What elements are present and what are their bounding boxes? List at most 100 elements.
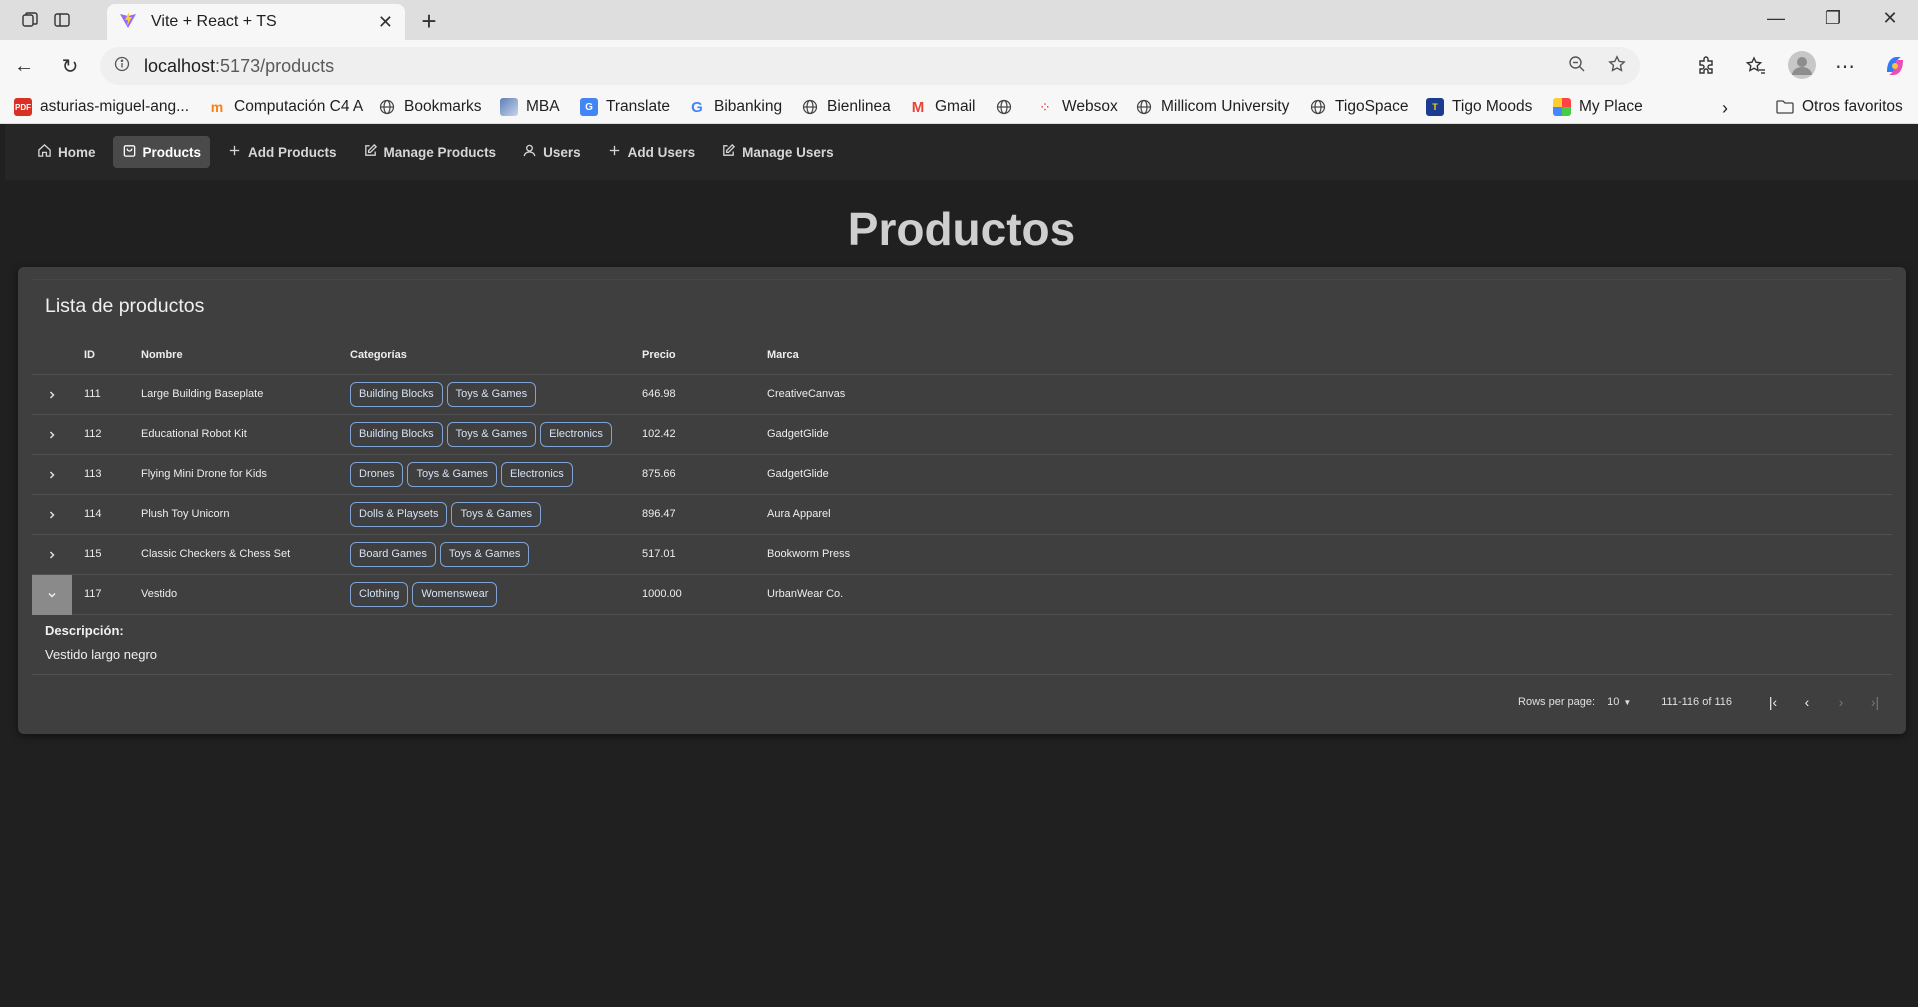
category-chip: Building Blocks xyxy=(350,422,443,447)
cell-name: Large Building Baseplate xyxy=(141,388,264,400)
chevron-right-icon[interactable] xyxy=(32,375,72,415)
back-icon[interactable]: ← xyxy=(12,54,36,78)
chevron-right-icon[interactable] xyxy=(32,415,72,455)
bookmark-item[interactable]: T Tigo Moods xyxy=(1426,98,1532,116)
caret-down-icon: ▼ xyxy=(1623,697,1632,707)
cell-brand: GadgetGlide xyxy=(767,428,829,440)
other-favorites-folder[interactable]: Otros favoritos xyxy=(1776,98,1903,116)
close-window-icon[interactable]: ✕ xyxy=(1870,8,1910,29)
bookmark-item[interactable]: M Gmail xyxy=(909,98,976,116)
nav-manage-products[interactable]: Manage Products xyxy=(354,136,506,168)
cell-name: Vestido xyxy=(141,588,178,600)
bag-icon xyxy=(122,143,137,161)
col-price-header[interactable]: Precio xyxy=(642,349,676,361)
chevron-right-icon[interactable] xyxy=(32,535,72,575)
table-row[interactable]: 111 Large Building Baseplate 646.98 Creativ… xyxy=(32,375,1892,415)
category-chip: Toys & Games xyxy=(446,422,537,447)
category-chips: Dolls & Playsets Toys & Games xyxy=(350,502,542,527)
category-chip: Toys & Games xyxy=(446,382,537,407)
cell-price: 875.66 xyxy=(642,468,676,480)
rows-per-page-label: Rows per page: xyxy=(1518,696,1596,708)
nav-products[interactable]: Products xyxy=(112,136,211,168)
plus-icon xyxy=(227,143,242,161)
category-chip: Dolls & Playsets xyxy=(350,502,448,527)
nav-add-users[interactable]: Add Users xyxy=(598,136,705,168)
category-chips: Building Blocks Toys & Games Electronics xyxy=(350,422,612,447)
table-row[interactable]: 112 Educational Robot Kit 102.42 GadgetGlid… xyxy=(32,415,1892,455)
workspaces-icon[interactable] xyxy=(18,8,42,32)
table-row[interactable]: 117 Vestido 1000.00 UrbanWear Co. Clothing Wo… xyxy=(32,575,1892,615)
cell-id: 111 xyxy=(84,388,101,400)
bookmark-item[interactable]: ⁘ Websox xyxy=(1036,98,1118,116)
category-chip: Toys & Games xyxy=(407,462,497,487)
bookmark-item[interactable]: Bienlinea xyxy=(801,98,891,116)
chevron-down-icon[interactable] xyxy=(32,575,72,615)
gmail-icon: M xyxy=(911,98,925,116)
bookmarks-overflow-icon[interactable]: › xyxy=(1722,98,1728,119)
page-title: Productos xyxy=(847,203,1076,255)
cell-name: Educational Robot Kit xyxy=(141,428,247,440)
cell-price: 517.01 xyxy=(642,548,676,560)
nav-users[interactable]: Users xyxy=(513,136,590,168)
col-id-header[interactable]: ID xyxy=(84,349,95,361)
more-options-icon[interactable]: ⋯ xyxy=(1833,54,1857,78)
next-page-icon[interactable]: › xyxy=(1824,694,1858,710)
category-chip: Electronics xyxy=(501,462,573,487)
first-page-icon[interactable]: |‹ xyxy=(1756,694,1790,710)
col-name-header[interactable]: Nombre xyxy=(141,349,183,361)
bookmark-item[interactable]: PDF asturias-miguel-ang... xyxy=(14,98,189,116)
bookmark-item[interactable]: TigoSpace xyxy=(1309,98,1409,116)
zoom-out-icon[interactable] xyxy=(1568,55,1586,78)
table-row[interactable]: 114 Plush Toy Unicorn 896.47 Aura Apparel Do… xyxy=(32,495,1892,535)
col-categories-header[interactable]: Categorías xyxy=(350,349,407,361)
chevron-right-icon[interactable] xyxy=(32,495,72,535)
vertical-tabs-icon[interactable] xyxy=(50,8,74,32)
active-tab[interactable]: Vite + React + TS ✕ xyxy=(107,4,405,40)
bookmark-item[interactable]: Millicom University xyxy=(1135,98,1289,116)
nav-home[interactable]: Home xyxy=(28,136,105,168)
address-bar[interactable]: localhost:5173/products xyxy=(100,47,1640,85)
cell-id: 115 xyxy=(84,548,102,560)
bookmark-item[interactable]: MBA xyxy=(500,98,560,116)
tab-title: Vite + React + TS xyxy=(151,13,277,30)
category-chip: Clothing xyxy=(350,582,409,607)
bookmark-item[interactable]: My Place xyxy=(1553,98,1643,116)
last-page-icon[interactable]: ›| xyxy=(1858,694,1892,710)
category-chips: Drones Toys & Games Electronics xyxy=(350,462,573,487)
table-row[interactable]: 115 Classic Checkers & Chess Set 517.01 Boo… xyxy=(32,535,1892,575)
restore-icon[interactable]: ❐ xyxy=(1813,8,1853,29)
bookmark-item[interactable]: m Computación C4 A xyxy=(208,98,363,116)
copilot-icon[interactable] xyxy=(1881,54,1909,78)
nav-manage-users[interactable]: Manage Users xyxy=(712,136,843,168)
new-tab-button[interactable]: + xyxy=(415,6,443,37)
table-row[interactable]: 113 Flying Mini Drone for Kids 875.66 Gadge… xyxy=(32,455,1892,495)
category-chips: Building Blocks Toys & Games xyxy=(350,382,537,407)
page-viewport: Home Products Add Products Manage Produc… xyxy=(5,124,1918,1007)
bookmark-item[interactable] xyxy=(995,98,1021,116)
tigo-icon: T xyxy=(1426,98,1444,116)
nav-label: Products xyxy=(142,144,202,160)
prev-page-icon[interactable]: ‹ xyxy=(1790,694,1824,710)
category-chips: Clothing Womenswear xyxy=(350,582,498,607)
close-tab-icon[interactable]: ✕ xyxy=(378,12,393,33)
col-brand-header[interactable]: Marca xyxy=(767,349,799,361)
table-header: ID Nombre Categorías Precio Marca xyxy=(32,337,1892,375)
nav-add-products[interactable]: Add Products xyxy=(218,136,346,168)
bookmark-item[interactable]: G Bibanking xyxy=(688,98,782,116)
favorites-icon[interactable] xyxy=(1744,54,1768,78)
rows-per-page-select[interactable]: 10 ▼ xyxy=(1607,696,1631,708)
extensions-icon[interactable] xyxy=(1694,54,1718,78)
cell-id: 117 xyxy=(84,588,102,600)
chevron-right-icon[interactable] xyxy=(32,455,72,495)
minimize-icon[interactable]: — xyxy=(1756,8,1796,29)
url-text: localhost:5173/products xyxy=(144,55,335,76)
bookmark-item[interactable]: G Translate xyxy=(580,98,670,116)
bookmark-item[interactable]: Bookmarks xyxy=(378,98,482,116)
reload-icon[interactable]: ↻ xyxy=(58,54,82,78)
cell-price: 896.47 xyxy=(642,508,676,520)
cell-id: 113 xyxy=(84,468,102,480)
favorite-star-icon[interactable] xyxy=(1608,54,1626,78)
profile-avatar-icon[interactable] xyxy=(1787,50,1817,80)
site-info-icon[interactable] xyxy=(114,56,130,77)
nav-label: Home xyxy=(58,144,96,160)
